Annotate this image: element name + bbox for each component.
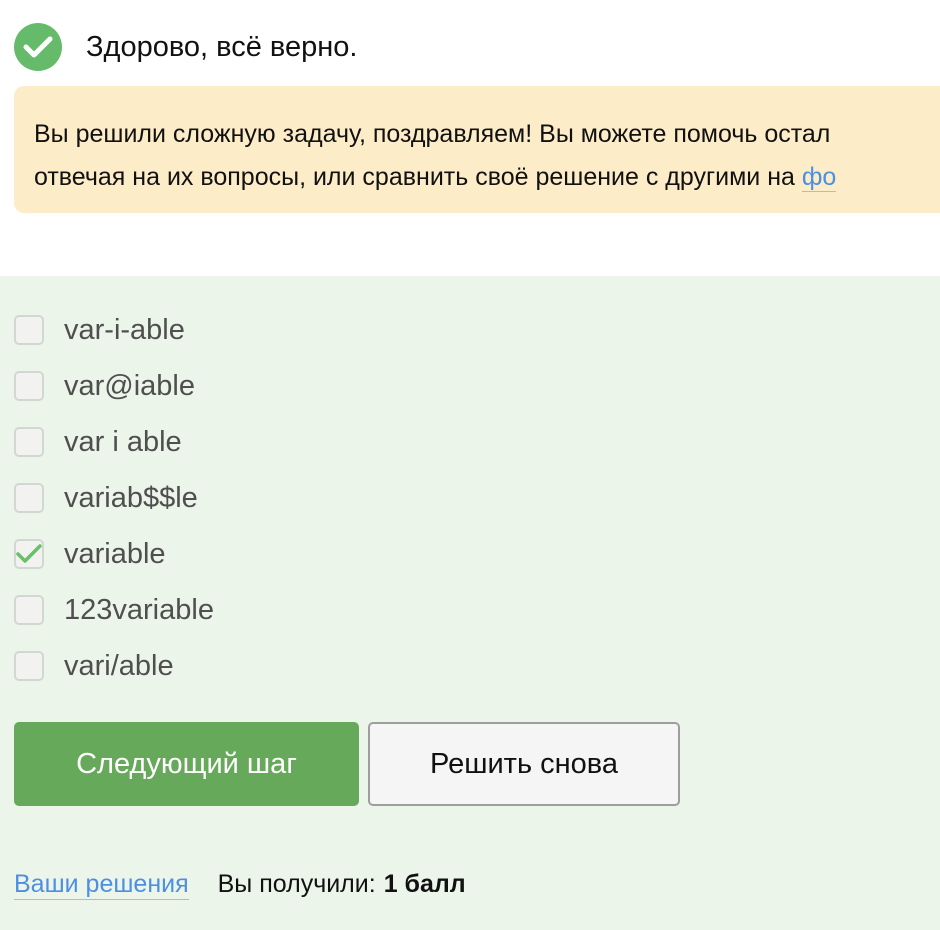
option-item[interactable]: 123variable (14, 582, 214, 638)
option-label: vari/able (64, 649, 174, 682)
checkbox-checked[interactable] (14, 539, 44, 569)
option-label: variab$$le (64, 481, 198, 514)
page: Здорово, всё верно. Вы решили сложную за… (0, 0, 940, 930)
option-item[interactable]: variab$$le (14, 470, 214, 526)
forum-link[interactable]: фо (801, 163, 837, 192)
option-label: var@iable (64, 369, 195, 402)
score-label: Вы получили: (217, 870, 376, 898)
checkbox[interactable] (14, 595, 44, 625)
checkmark-icon (16, 544, 42, 563)
hint-box: Вы решили сложную задачу, поздравляем! В… (14, 86, 940, 213)
success-text: Здорово, всё верно. (86, 30, 358, 63)
footer: Ваши решения Вы получили: 1 балл (14, 870, 466, 900)
option-label: var-i-able (64, 313, 185, 346)
hint-line-1: Вы решили сложную задачу, поздравляем! В… (34, 120, 831, 148)
option-label: variable (64, 537, 166, 570)
option-item[interactable]: var@iable (14, 358, 214, 414)
hint-line-2: отвечая на их вопросы, или сравнить своё… (34, 156, 940, 199)
checkbox[interactable] (14, 371, 44, 401)
solve-again-button[interactable]: Решить снова (368, 722, 680, 806)
checkbox[interactable] (14, 483, 44, 513)
your-solutions-link[interactable]: Ваши решения (14, 870, 189, 900)
hint-line-2-text: отвечая на их вопросы, или сравнить своё… (34, 163, 802, 191)
quiz-panel: var-i-able var@iable var i able variab$$… (0, 276, 940, 930)
option-item[interactable]: var-i-able (14, 302, 214, 358)
option-item[interactable]: vari/able (14, 638, 214, 694)
option-item[interactable]: var i able (14, 414, 214, 470)
next-step-button[interactable]: Следующий шаг (14, 722, 359, 806)
checkbox[interactable] (14, 427, 44, 457)
check-circle-icon (14, 23, 62, 71)
option-label: var i able (64, 425, 182, 458)
action-buttons: Следующий шаг Решить снова (14, 722, 680, 806)
success-message: Здорово, всё верно. (14, 23, 357, 71)
option-list: var-i-able var@iable var i able variab$$… (14, 302, 214, 694)
checkbox[interactable] (14, 651, 44, 681)
option-label: 123variable (64, 593, 214, 626)
checkbox[interactable] (14, 315, 44, 345)
score-value: 1 балл (383, 870, 466, 898)
option-item[interactable]: variable (14, 526, 214, 582)
